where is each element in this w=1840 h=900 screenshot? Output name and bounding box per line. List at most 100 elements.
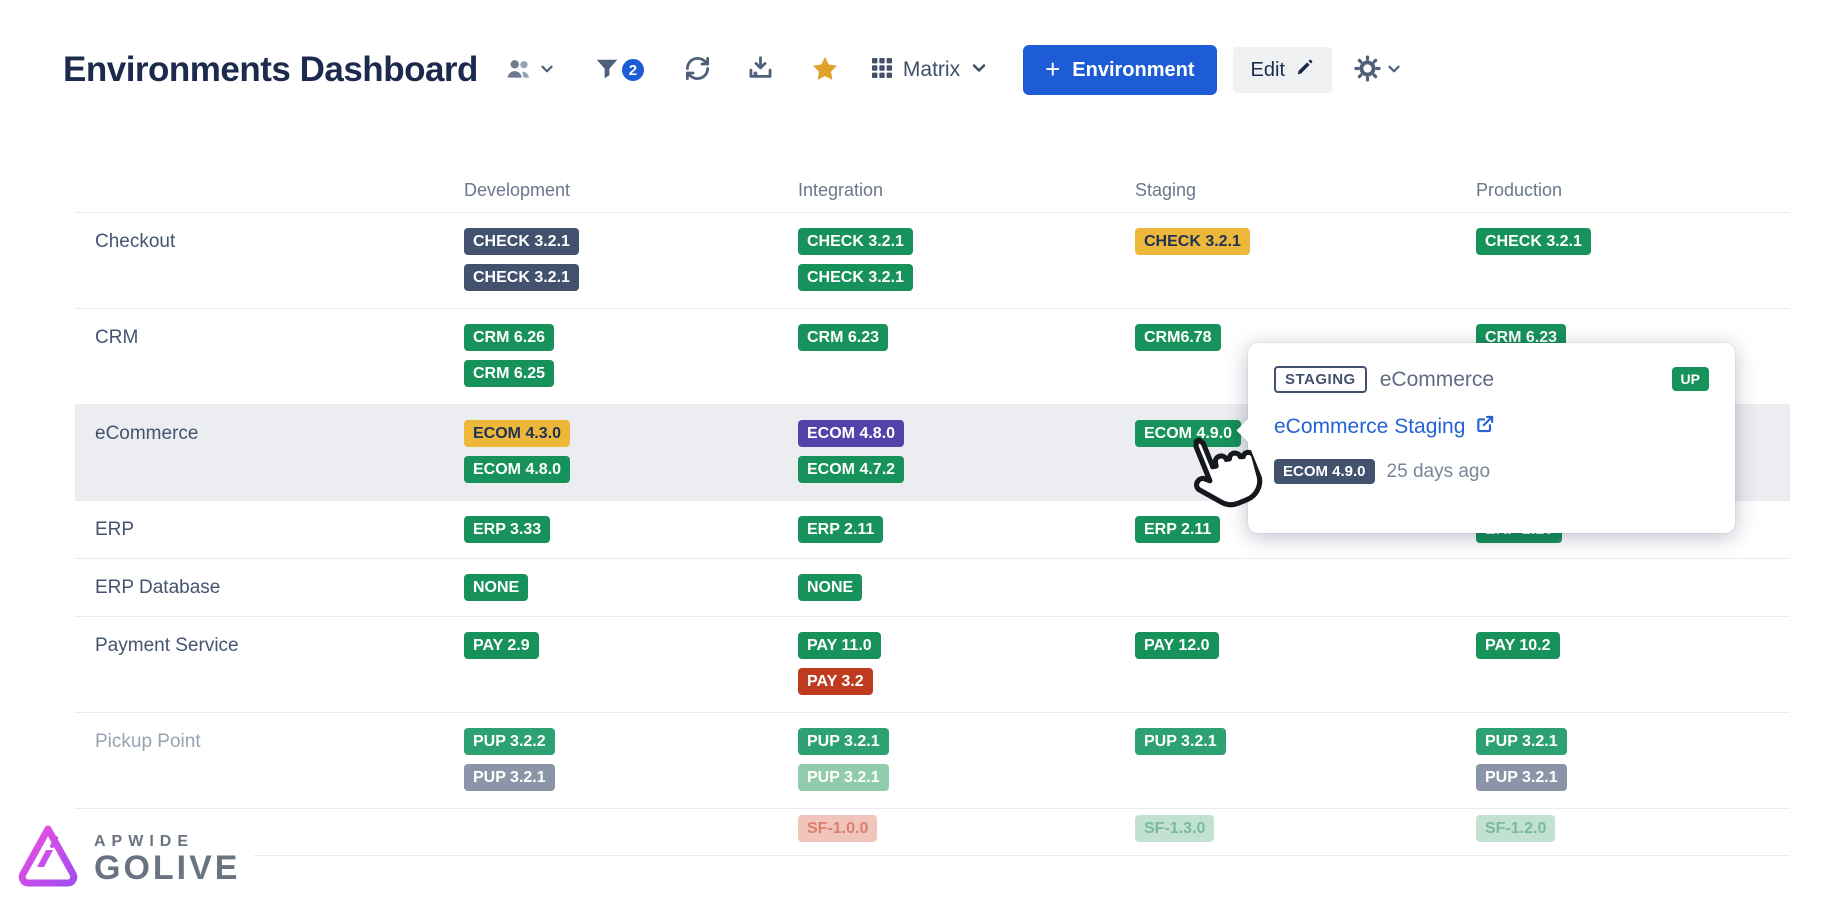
version-badge[interactable]: CRM 6.26: [464, 324, 554, 351]
version-badge[interactable]: CHECK 3.2.1: [1135, 228, 1250, 255]
matrix-cell: [464, 815, 798, 855]
logo-line2: GOLIVE: [94, 851, 240, 887]
favorite-button[interactable]: [810, 54, 840, 87]
pencil-icon: [1295, 58, 1314, 83]
matrix-cell: SF-1.0.0: [798, 815, 1135, 855]
column-header-production: Production: [1476, 180, 1790, 201]
version-badge[interactable]: PUP 3.2.1: [798, 728, 889, 755]
environment-link-row[interactable]: eCommerce Staging: [1274, 414, 1709, 439]
refresh-icon: [684, 55, 711, 85]
matrix-cell: NONE: [464, 574, 798, 616]
share-users-button[interactable]: [502, 54, 558, 87]
version-badge[interactable]: ECOM 4.3.0: [464, 420, 570, 447]
row-label: eCommerce: [75, 420, 464, 500]
matrix-cell: PUP 3.2.1 PUP 3.2.1: [798, 728, 1135, 808]
matrix-cell: ERP 3.33: [464, 516, 798, 558]
matrix-cell: PUP 3.2.1 PUP 3.2.1: [1476, 728, 1790, 808]
apwide-golive-logo: APWIDE GOLIVE: [10, 816, 254, 900]
version-badge[interactable]: SF-1.2.0: [1476, 815, 1555, 842]
version-badge[interactable]: ERP 3.33: [464, 516, 550, 543]
page-title: Environments Dashboard: [63, 50, 478, 90]
version-badge[interactable]: PAY 10.2: [1476, 632, 1560, 659]
version-badge[interactable]: CHECK 3.2.1: [798, 264, 913, 291]
filter-button[interactable]: 2: [592, 54, 648, 87]
version-badge[interactable]: PUP 3.2.1: [464, 764, 555, 791]
deployed-version-row: ECOM 4.9.0 25 days ago: [1274, 459, 1709, 484]
row-label: ERP Database: [75, 574, 464, 616]
table-row: Payment ServicePAY 2.9PAY 11.0PAY 3.2PAY…: [75, 617, 1790, 713]
version-badge[interactable]: SF-1.3.0: [1135, 815, 1214, 842]
matrix-cell: NONE: [798, 574, 1135, 616]
version-badge[interactable]: SF-1.0.0: [798, 815, 877, 842]
matrix-cell: PAY 11.0 PAY 3.2: [798, 632, 1135, 712]
version-badge[interactable]: CHECK 3.2.1: [798, 228, 913, 255]
deployed-time-ago: 25 days ago: [1387, 461, 1491, 483]
download-icon: [747, 55, 774, 85]
matrix-header-row: Development Integration Staging Producti…: [75, 168, 1790, 213]
grid-icon: [870, 56, 894, 85]
matrix-cell: PUP 3.2.2 PUP 3.2.1: [464, 728, 798, 808]
tooltip-header: STAGING eCommerce: [1274, 366, 1709, 393]
row-label: Pickup Point: [75, 728, 464, 808]
version-badge[interactable]: NONE: [464, 574, 528, 601]
chevron-down-icon: [538, 60, 556, 81]
version-badge[interactable]: ERP 2.11: [798, 516, 883, 543]
matrix-body: CheckoutCHECK 3.2.1CHECK 3.2.1CHECK 3.2.…: [75, 213, 1790, 856]
environment-tooltip: STAGING eCommerce UP eCommerce Staging E…: [1248, 343, 1735, 533]
environment-type-badge: STAGING: [1274, 366, 1367, 393]
view-selector[interactable]: Matrix: [870, 56, 989, 85]
version-badge[interactable]: PUP 3.2.1: [1135, 728, 1226, 755]
version-badge[interactable]: CHECK 3.2.1: [1476, 228, 1591, 255]
version-badge[interactable]: CRM 6.23: [798, 324, 888, 351]
version-badge[interactable]: NONE: [798, 574, 862, 601]
matrix-cell: CHECK 3.2.1: [1476, 228, 1790, 308]
page-header: Environments Dashboard 2: [63, 40, 1800, 100]
column-header-integration: Integration: [798, 180, 1135, 201]
environment-link[interactable]: eCommerce Staging: [1274, 415, 1465, 439]
matrix-cell: PAY 2.9: [464, 632, 798, 712]
matrix-cell: SF-1.3.0: [1135, 815, 1476, 855]
download-button[interactable]: [747, 55, 774, 85]
version-badge[interactable]: CHECK 3.2.1: [464, 264, 579, 291]
table-row: ERP DatabaseNONENONE: [75, 559, 1790, 617]
external-link-icon: [1475, 414, 1495, 439]
version-badge[interactable]: CRM 6.25: [464, 360, 554, 387]
row-label: CRM: [75, 324, 464, 404]
matrix-cell: ECOM 4.3.0 ECOM 4.8.0: [464, 420, 798, 500]
tooltip-application-name: eCommerce: [1380, 368, 1494, 392]
matrix-cell: PUP 3.2.1: [1135, 728, 1476, 808]
edit-button[interactable]: Edit: [1233, 47, 1332, 93]
edit-button-label: Edit: [1251, 59, 1285, 82]
people-icon: [504, 56, 534, 85]
version-badge[interactable]: PUP 3.2.2: [464, 728, 555, 755]
add-environment-button[interactable]: + Environment: [1023, 45, 1216, 95]
matrix-cell: PAY 10.2: [1476, 632, 1790, 712]
column-header-development: Development: [464, 180, 798, 201]
settings-button[interactable]: [1352, 53, 1405, 87]
table-row: SF-1.0.0 SF-1.3.0 SF-1.2.0: [75, 809, 1790, 856]
row-label: Checkout: [75, 228, 464, 308]
view-selector-label: Matrix: [903, 58, 960, 82]
table-row: CheckoutCHECK 3.2.1CHECK 3.2.1CHECK 3.2.…: [75, 213, 1790, 309]
version-badge[interactable]: ECOM 4.7.2: [798, 456, 904, 483]
refresh-button[interactable]: [684, 55, 711, 85]
version-badge[interactable]: PAY 2.9: [464, 632, 539, 659]
version-badge[interactable]: ECOM 4.8.0: [464, 456, 570, 483]
matrix-cell: CRM 6.26 CRM 6.25: [464, 324, 798, 404]
version-badge[interactable]: PUP 3.2.1: [1476, 728, 1567, 755]
version-badge[interactable]: PUP 3.2.1: [798, 764, 889, 791]
version-badge[interactable]: CRM6.78: [1135, 324, 1221, 351]
column-header-staging: Staging: [1135, 180, 1476, 201]
matrix-cell: ERP 2.11: [798, 516, 1135, 558]
filter-icon: [594, 56, 620, 85]
add-environment-label: Environment: [1072, 59, 1194, 82]
version-badge[interactable]: PUP 3.2.1: [1476, 764, 1567, 791]
version-badge[interactable]: PAY 11.0: [798, 632, 881, 659]
table-row: Pickup PointPUP 3.2.2PUP 3.2.1PUP 3.2.1P…: [75, 713, 1790, 809]
row-label: ERP: [75, 516, 464, 558]
version-badge[interactable]: ECOM 4.8.0: [798, 420, 904, 447]
version-badge[interactable]: PAY 12.0: [1135, 632, 1219, 659]
matrix-cell: SF-1.2.0: [1476, 815, 1790, 855]
version-badge[interactable]: CHECK 3.2.1: [464, 228, 579, 255]
version-badge[interactable]: PAY 3.2: [798, 668, 873, 695]
